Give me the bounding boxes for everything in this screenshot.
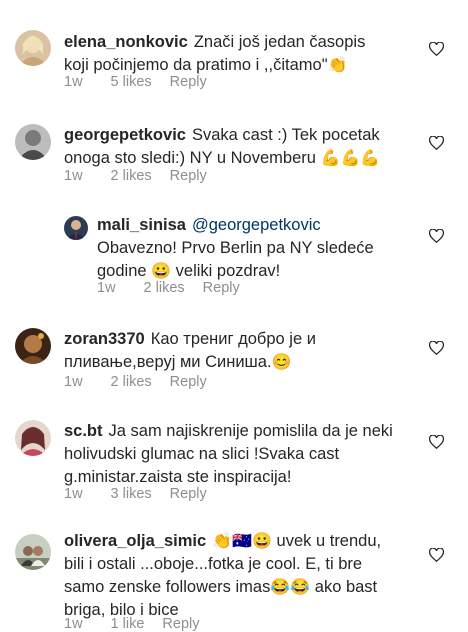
comment-text: olivera_olja_simic 👏🇦🇺😀 uvek u trendu, bi…	[64, 530, 394, 622]
comment-time[interactable]: 1w	[97, 280, 116, 296]
mention-link[interactable]: @georgepetkovic	[192, 216, 321, 234]
comment-username[interactable]: mali_sinisa	[97, 216, 186, 234]
comment-time[interactable]: 1w	[64, 374, 83, 390]
heart-outline-icon[interactable]	[429, 42, 444, 56]
comment-text: zoran3370 Као трениг добро је и пливање,в…	[64, 328, 394, 374]
comment-likes[interactable]: 2 likes	[111, 374, 152, 390]
reply-button[interactable]: Reply	[170, 374, 207, 390]
reply-button[interactable]: Reply	[170, 74, 207, 90]
reply-button[interactable]: Reply	[170, 168, 207, 184]
comment-time[interactable]: 1w	[64, 486, 83, 502]
reply-button[interactable]: Reply	[170, 486, 207, 502]
comment-time[interactable]: 1w	[64, 168, 83, 184]
reply-button[interactable]: Reply	[203, 280, 240, 296]
clap-flag-emoji-icon: 👏🇦🇺😀	[212, 533, 272, 550]
comment-meta: 1w 5 likes Reply	[64, 74, 235, 90]
comment-meta: 1w 2 likes Reply	[97, 280, 268, 296]
avatar[interactable]	[15, 30, 51, 66]
comment-time[interactable]: 1w	[64, 74, 83, 90]
comment-username[interactable]: olivera_olja_simic	[64, 532, 206, 550]
comment-likes[interactable]: 5 likes	[111, 74, 152, 90]
avatar[interactable]	[15, 534, 51, 570]
heart-outline-icon[interactable]	[429, 435, 444, 449]
comment-likes[interactable]: 3 likes	[111, 486, 152, 502]
comment-username[interactable]: elena_nonkovic	[64, 33, 188, 51]
heart-outline-icon[interactable]	[429, 136, 444, 150]
grinning-emoji-icon: 😀	[151, 263, 172, 280]
clap-emoji-icon: 👏	[327, 57, 348, 74]
comment-body-cont: veliki pozdrav!	[175, 262, 281, 280]
avatar[interactable]	[15, 124, 51, 160]
comment-username[interactable]: sc.bt	[64, 422, 103, 440]
comment-meta: 1w 2 likes Reply	[64, 374, 235, 390]
avatar[interactable]	[64, 216, 88, 240]
comment-text: mali_sinisa @georgepetkovic Obavezno! Prv…	[97, 214, 397, 283]
comment-meta: 1w 3 likes Reply	[64, 486, 235, 502]
heart-outline-icon[interactable]	[429, 341, 444, 355]
comment-body: Ja sam najiskrenije pomislila da je neki…	[64, 422, 393, 486]
flexed-biceps-emoji-icon: 💪💪💪	[320, 150, 381, 167]
heart-outline-icon[interactable]	[429, 229, 444, 243]
comment-username[interactable]: zoran3370	[64, 330, 145, 348]
avatar[interactable]	[15, 328, 51, 364]
reply-button[interactable]: Reply	[162, 616, 199, 632]
comment-time[interactable]: 1w	[64, 616, 83, 632]
smiling-emoji-icon: 😊	[271, 354, 292, 371]
comment-username[interactable]: georgepetkovic	[64, 126, 186, 144]
avatar[interactable]	[15, 420, 51, 456]
comment-likes[interactable]: 2 likes	[111, 168, 152, 184]
comment-likes[interactable]: 2 likes	[144, 280, 185, 296]
heart-outline-icon[interactable]	[429, 548, 444, 562]
comment-meta: 1w 1 like Reply	[64, 616, 227, 632]
comment-text: georgepetkovic Svaka cast :) Tek pocetak …	[64, 124, 394, 170]
comment-text: sc.bt Ja sam najiskrenije pomislila da je…	[64, 420, 394, 489]
comment-meta: 1w 2 likes Reply	[64, 168, 235, 184]
comment-text: elena_nonkovic Znači još jedan časopis ko…	[64, 31, 394, 77]
comment-likes[interactable]: 1 like	[111, 616, 145, 632]
tears-of-joy-emoji-icon: 😂😂	[270, 579, 311, 596]
